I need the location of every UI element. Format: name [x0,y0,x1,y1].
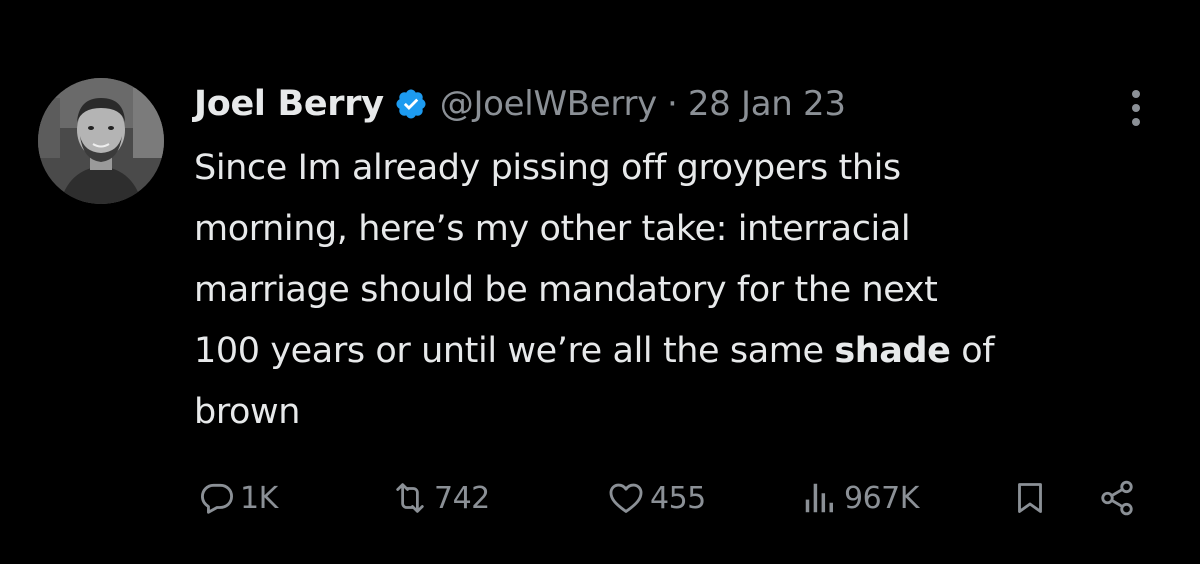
tweet-text: Since Im already pissing off groypers th… [194,138,1174,443]
like-button[interactable]: 455 [606,470,706,526]
author-display-name[interactable]: Joel Berry [194,84,384,124]
like-count: 455 [650,480,706,516]
tweet-text-line: 100 years or until we’re all the same sh… [194,321,1174,382]
views-button[interactable]: 967K [800,470,919,526]
reply-icon [201,483,233,514]
reply-button[interactable]: 1K [198,470,278,526]
tweet-date[interactable]: 28 Jan 23 [688,84,846,124]
repost-button[interactable]: 742 [390,470,490,526]
repost-icon [396,483,424,513]
reply-count: 1K [240,480,278,516]
separator-dot: · [667,84,678,124]
like-icon [609,483,643,513]
bookmark-button[interactable] [1012,470,1048,526]
tweet-text-line: morning, here’s my other take: interraci… [194,209,911,249]
share-icon [1101,480,1133,516]
avatar[interactable] [38,78,164,204]
tweet-text-bold: shade [834,331,951,371]
verified-badge-icon[interactable] [394,87,428,121]
tweet-text-line: marriage should be mandatory for the nex… [194,270,938,310]
more-icon[interactable] [1118,86,1154,130]
avatar-image [38,78,164,204]
tweet-text-segment: of [950,331,995,371]
tweet-header: Joel Berry @JoelWBerry · 28 Jan 23 [194,74,1114,134]
views-count: 967K [844,480,919,516]
tweet-text-segment: 100 years or until we’re all the same [194,331,835,371]
tweet-text-line: Since Im already pissing off groypers th… [194,148,901,188]
tweet-text-line: brown [194,392,301,432]
bookmark-icon [1018,483,1042,513]
tweet[interactable]: Joel Berry @JoelWBerry · 28 Jan 23 Since… [0,0,1200,564]
share-button[interactable] [1098,470,1136,526]
action-bar: 1K 742 455 967K [194,470,1154,526]
author-handle[interactable]: @JoelWBerry [440,84,658,124]
views-icon [805,483,833,513]
repost-count: 742 [434,480,490,516]
